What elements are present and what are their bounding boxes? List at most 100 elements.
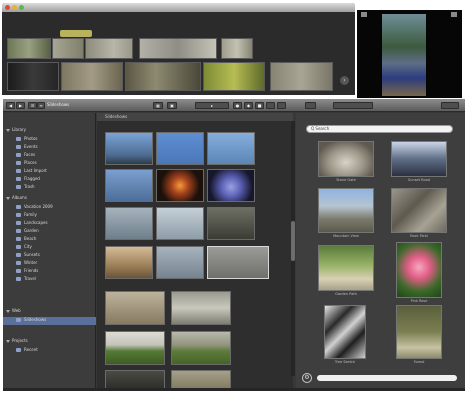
slideshow-icon: [16, 318, 21, 322]
photo-thumbnail[interactable]: [171, 331, 231, 365]
panel-photo[interactable]: [396, 242, 442, 298]
panel-toggle-button[interactable]: [333, 102, 373, 109]
sidebar-item-events[interactable]: Events: [3, 144, 96, 152]
disclosure-triangle-icon[interactable]: [6, 129, 10, 132]
filmstrip-photo[interactable]: [221, 38, 253, 59]
edit-button[interactable]: [277, 102, 286, 109]
panel-photo[interactable]: [318, 188, 374, 233]
close-button[interactable]: [5, 5, 10, 10]
disclosure-triangle-icon[interactable]: [6, 310, 10, 313]
sidebar-item-album[interactable]: Sunsets: [3, 252, 96, 260]
sidebar-item-trash[interactable]: Trash: [3, 184, 96, 192]
sidebar-item-slideshows[interactable]: Slideshows: [3, 317, 96, 325]
sidebar-item-faces[interactable]: Faces: [3, 152, 96, 160]
panel-photo[interactable]: [391, 141, 447, 177]
photo-thumbnail[interactable]: [156, 132, 204, 165]
grid-view-button[interactable]: ▦: [153, 102, 163, 109]
share-button[interactable]: [305, 102, 316, 109]
photo-thumbnail[interactable]: [105, 169, 153, 202]
sidebar-item-recent[interactable]: Recent: [3, 347, 96, 355]
sidebar-item-label: City: [24, 244, 32, 249]
sidebar-item-photos[interactable]: Photos: [3, 136, 96, 144]
photo-thumbnail[interactable]: [105, 331, 165, 365]
sidebar-item-album[interactable]: Family: [3, 212, 96, 220]
sidebar-item-albums[interactable]: Albums: [3, 195, 96, 203]
view-columns-button[interactable]: ≡: [37, 102, 45, 109]
sidebar-item-album[interactable]: Winter: [3, 260, 96, 268]
grid-scrollbar[interactable]: [291, 121, 295, 376]
disclosure-triangle-icon[interactable]: [6, 197, 10, 200]
sidebar-item-projects[interactable]: Projects: [3, 338, 96, 346]
back-button[interactable]: ◀: [6, 102, 15, 109]
photo-thumbnail[interactable]: [156, 169, 204, 202]
sidebar-item-places[interactable]: Places: [3, 160, 96, 168]
slideshow-button[interactable]: ▸: [195, 102, 229, 109]
filmstrip-photo[interactable]: [125, 62, 201, 91]
minimize-button[interactable]: [12, 5, 17, 10]
sidebar-item-album[interactable]: Beach: [3, 236, 96, 244]
photo-thumbnail[interactable]: [207, 132, 255, 165]
viewer-photo: [382, 14, 426, 96]
album-icon: [16, 237, 21, 241]
photo-thumbnail[interactable]: [207, 207, 255, 240]
panel-photo[interactable]: [318, 245, 374, 291]
stop-button[interactable]: ■: [255, 102, 264, 109]
search-toggle-button[interactable]: [441, 102, 459, 109]
single-view-button[interactable]: ▣: [167, 102, 177, 109]
filmstrip-photo[interactable]: [85, 38, 133, 59]
panel-photo[interactable]: [391, 188, 447, 233]
sidebar-item-album[interactable]: City: [3, 244, 96, 252]
flag-button[interactable]: ◆: [244, 102, 253, 109]
photo-thumbnail[interactable]: [105, 291, 165, 325]
zoom-button[interactable]: [19, 5, 24, 10]
viewer-control-icon[interactable]: [451, 12, 457, 17]
filmstrip-window: ›: [2, 3, 355, 95]
filmstrip-photo[interactable]: [270, 62, 333, 91]
album-icon: [16, 245, 21, 249]
sidebar-item-label: Albums: [12, 195, 27, 200]
zoom-slider[interactable]: [317, 375, 457, 381]
sidebar-item-flagged[interactable]: Flagged: [3, 176, 96, 184]
panel-photo[interactable]: [318, 141, 374, 177]
photo-thumbnail[interactable]: [156, 207, 204, 240]
sidebar-item-album[interactable]: Garden: [3, 228, 96, 236]
photo-thumbnail[interactable]: [207, 169, 255, 202]
filmstrip-photo[interactable]: [7, 38, 51, 59]
sidebar-item-library[interactable]: Library: [3, 127, 96, 135]
window-bottom-edge: [3, 388, 465, 391]
album-icon: [16, 205, 21, 209]
filmstrip-photo[interactable]: [139, 38, 217, 59]
sidebar-item-album[interactable]: Vacation 2009: [3, 204, 96, 212]
sidebar-item-album[interactable]: Travel: [3, 276, 96, 284]
sidebar-item-album[interactable]: Friends: [3, 268, 96, 276]
search-field[interactable]: Q Search: [306, 125, 453, 133]
photo-thumbnail[interactable]: [105, 207, 153, 240]
rating-button[interactable]: ●: [233, 102, 242, 109]
album-icon: [16, 253, 21, 257]
filmstrip-photo[interactable]: [203, 62, 265, 91]
filmstrip-photo[interactable]: [52, 38, 84, 59]
disclosure-triangle-icon[interactable]: [6, 340, 10, 343]
photo-thumbnail[interactable]: [105, 132, 153, 165]
filmstrip-next-button[interactable]: ›: [340, 76, 349, 85]
filmstrip-photo[interactable]: [61, 62, 123, 91]
forward-button[interactable]: ▶: [16, 102, 25, 109]
photo-thumbnail[interactable]: [171, 291, 231, 325]
panel-photo-caption: Garden Path: [335, 292, 357, 296]
panel-photo[interactable]: [396, 305, 442, 359]
sidebar-item-web[interactable]: Web: [3, 308, 96, 316]
photo-thumbnail-selected[interactable]: [207, 246, 269, 279]
sidebar-item-label: Travel: [24, 276, 36, 281]
photo-thumbnail[interactable]: [105, 246, 153, 279]
events-icon: [16, 145, 21, 149]
filmstrip-photo[interactable]: [7, 62, 59, 91]
viewer-control-icon[interactable]: [361, 12, 367, 17]
photo-thumbnail[interactable]: [156, 246, 204, 279]
view-list-button[interactable]: ☰: [28, 102, 37, 109]
info-button[interactable]: [266, 102, 275, 109]
sidebar-item-last-import[interactable]: Last Import: [3, 168, 96, 176]
gear-icon[interactable]: ⚙: [302, 373, 312, 383]
sidebar-item-album[interactable]: Landscapes: [3, 220, 96, 228]
scrollbar-knob[interactable]: [291, 221, 295, 261]
panel-photo[interactable]: [324, 305, 366, 359]
